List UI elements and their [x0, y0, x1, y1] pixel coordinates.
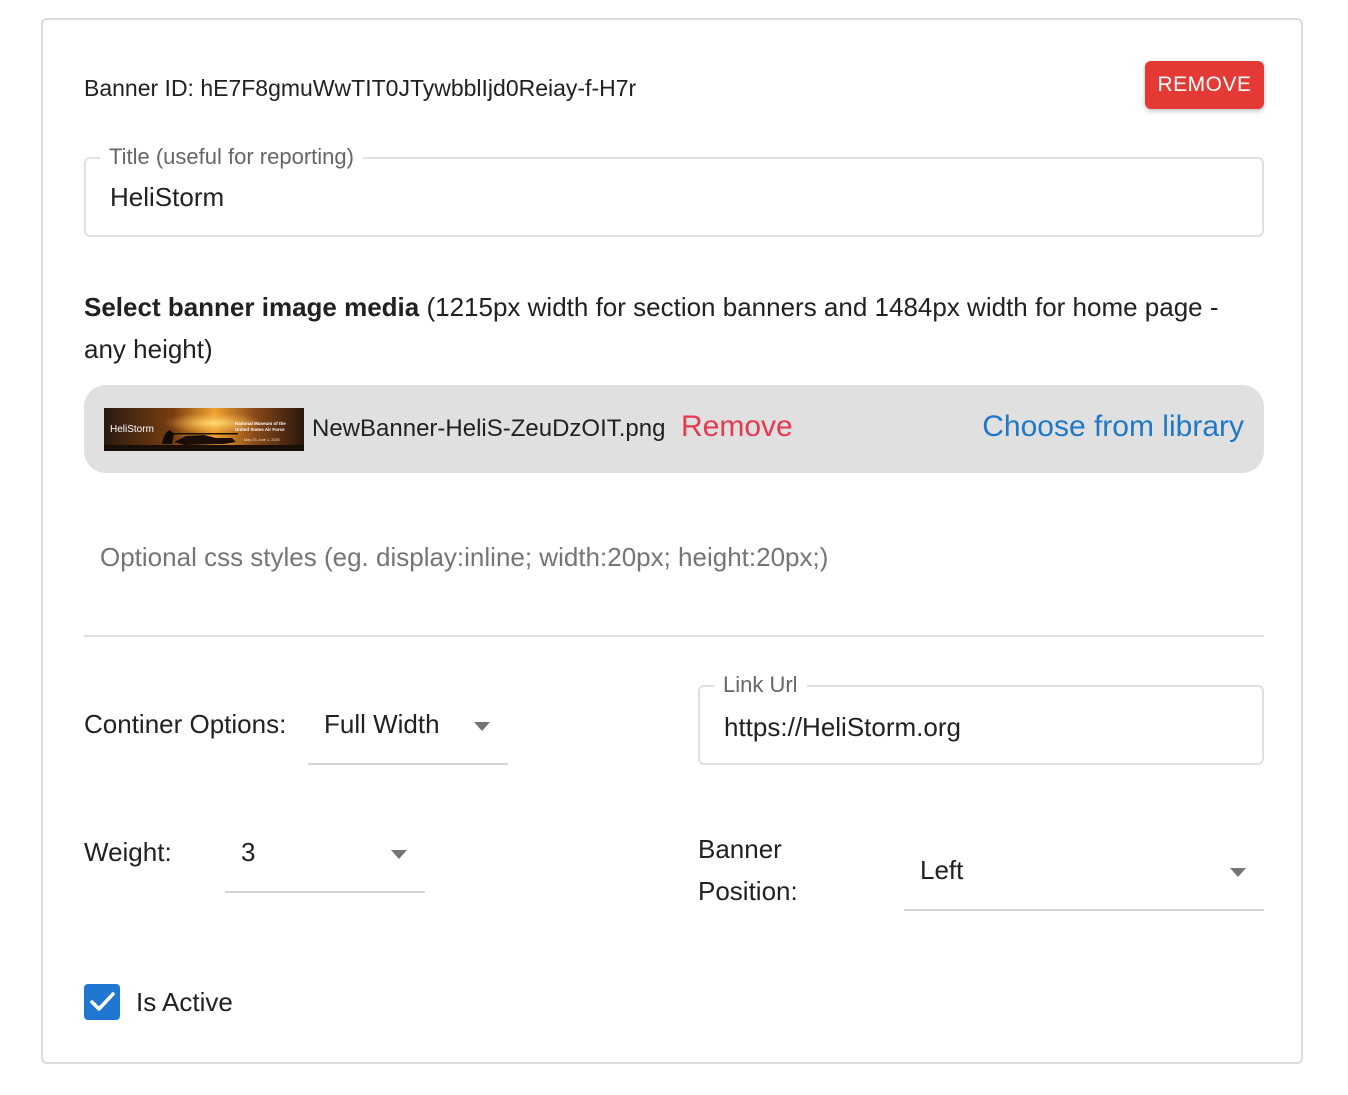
media-file-name: NewBanner-HeliS-ZeuDzOIT.png	[312, 415, 666, 442]
media-heading-bold: Select banner image media	[84, 292, 420, 322]
title-input[interactable]	[110, 181, 1210, 213]
banner-position-value: Left	[920, 855, 964, 885]
title-field[interactable]: Title (useful for reporting)	[84, 141, 1264, 237]
thumb-brand: HeliStorm	[110, 424, 154, 435]
banner-thumbnail: HeliStorm National Museum of the United …	[104, 408, 304, 451]
container-options-label: Continer Options:	[84, 709, 287, 739]
banner-position-select[interactable]: Left	[904, 838, 1264, 911]
chevron-down-icon	[474, 722, 490, 731]
link-url-input[interactable]	[724, 711, 1224, 743]
banner-card: Banner ID: hE7F8gmuWwTIT0JTywbblIjd0Reia…	[41, 18, 1303, 1064]
remove-media-link[interactable]: Remove	[681, 410, 793, 444]
container-options-value: Full Width	[324, 709, 440, 739]
banner-thumbnail-image: HeliStorm National Museum of the United …	[104, 408, 304, 451]
is-active-checkbox[interactable]	[84, 984, 120, 1020]
css-styles-input[interactable]	[100, 540, 1250, 574]
divider	[84, 635, 1264, 637]
media-bar: HeliStorm National Museum of the United …	[84, 385, 1264, 473]
weight-select[interactable]: 3	[225, 820, 425, 893]
weight-label: Weight:	[84, 837, 172, 867]
weight-value: 3	[241, 837, 256, 867]
choose-from-library-link[interactable]: Choose from library	[982, 410, 1244, 444]
thumb-line2: United States Air Force	[235, 427, 285, 432]
remove-banner-button[interactable]: REMOVE	[1145, 61, 1264, 109]
link-url-field[interactable]: Link Url	[698, 669, 1264, 765]
title-field-label: Title (useful for reporting)	[100, 141, 363, 173]
container-options-select[interactable]: Full Width	[308, 692, 508, 765]
banner-id-text: Banner ID: hE7F8gmuWwTIT0JTywbblIjd0Reia…	[84, 75, 637, 101]
banner-position-label-line2: Position:	[698, 876, 798, 906]
link-url-label: Link Url	[714, 669, 807, 701]
checkmark-icon	[90, 992, 115, 1011]
chevron-down-icon	[1230, 868, 1246, 877]
media-heading: Select banner image media (1215px width …	[84, 286, 1234, 370]
is-active-label[interactable]: Is Active	[136, 981, 233, 1023]
thumb-line1: National Museum of the	[235, 421, 286, 426]
banner-position-label-line1: Banner	[698, 834, 782, 864]
chevron-down-icon	[391, 850, 407, 859]
thumb-dates: May 29-June 1, 2025	[244, 438, 280, 442]
